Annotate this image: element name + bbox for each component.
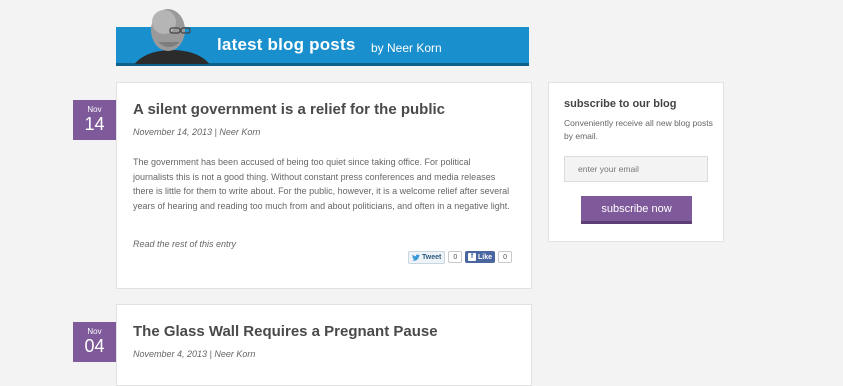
post-card: The Glass Wall Requires a Pregnant Pause…	[116, 304, 532, 386]
subscribe-widget: subscribe to our blog Conveniently recei…	[548, 82, 724, 242]
tweet-count: 0	[448, 251, 463, 263]
post-meta: November 14, 2013 | Neer Korn	[133, 127, 261, 137]
read-more-link[interactable]: Read the rest of this entry	[133, 239, 236, 249]
post-date-day: 04	[84, 336, 105, 356]
facebook-share: f Like 0	[465, 251, 513, 263]
tweet-label: Tweet	[422, 253, 442, 261]
subscribe-description: Conveniently receive all new blog posts …	[564, 118, 713, 141]
like-count: 0	[498, 251, 513, 263]
like-label: Like	[478, 253, 493, 261]
like-button[interactable]: f Like	[465, 251, 496, 263]
facebook-icon: f	[468, 253, 476, 261]
post-meta: November 4, 2013 | Neer Korn	[133, 349, 256, 359]
blog-header-title: latest blog posts	[217, 35, 356, 54]
subscribe-button[interactable]: subscribe now	[581, 196, 692, 224]
email-input[interactable]	[564, 156, 708, 182]
post-date-badge: Nov 14	[73, 100, 116, 140]
subscribe-title: subscribe to our blog	[564, 98, 677, 110]
post-date-month: Nov	[87, 327, 102, 336]
post-excerpt: The government has been accused of being…	[133, 157, 510, 211]
tweet-button[interactable]: Tweet	[408, 250, 446, 264]
post-date-badge: Nov 04	[73, 322, 116, 362]
twitter-bird-icon	[412, 253, 420, 261]
post-date-day: 14	[84, 114, 105, 134]
author-avatar	[134, 2, 210, 64]
post-card: A silent government is a relief for the …	[116, 82, 532, 289]
post-title-link[interactable]: A silent government is a relief for the …	[133, 101, 445, 118]
blog-header-author: by Neer Korn	[371, 41, 442, 55]
tweet-share: Tweet 0	[408, 250, 463, 264]
post-date-month: Nov	[87, 105, 102, 114]
post-title-link[interactable]: The Glass Wall Requires a Pregnant Pause	[133, 323, 438, 340]
